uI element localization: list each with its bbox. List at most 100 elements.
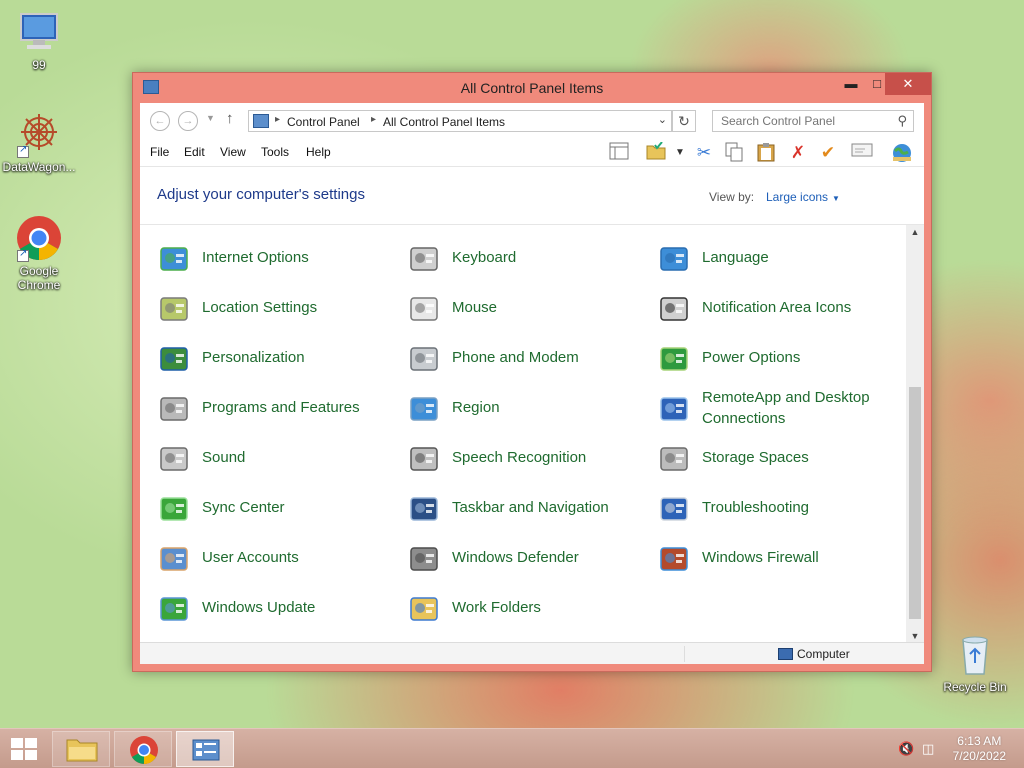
recent-locations-dropdown[interactable]: ▼: [206, 113, 215, 123]
address-bar[interactable]: ▸ Control Panel ▸ All Control Panel Item…: [248, 110, 672, 132]
control-panel-item-storage-spaces[interactable]: Storage Spaces: [658, 443, 898, 483]
taskbar-clock[interactable]: 6:13 AM 7/20/2022: [953, 734, 1006, 764]
control-panel-item-label[interactable]: Programs and Features: [202, 397, 398, 418]
chevron-down-icon[interactable]: ▼: [668, 142, 692, 164]
chevron-down-icon[interactable]: ▼: [832, 194, 840, 203]
control-panel-item-keyboard[interactable]: Keyboard: [408, 243, 648, 283]
taskbar-file-explorer[interactable]: [52, 731, 110, 767]
desktop-icon-datawagon[interactable]: DataWagon...: [0, 110, 78, 174]
window-client: ← → ▼ ↑ ▸ Control Panel ▸ All Control Pa…: [140, 103, 924, 664]
control-panel-item-programs-and-features[interactable]: Programs and Features: [158, 393, 398, 433]
search-icon[interactable]: ⚲: [897, 113, 907, 129]
network-icon[interactable]: ◫: [922, 741, 934, 757]
back-button[interactable]: ←: [150, 111, 170, 131]
control-panel-item-user-accounts[interactable]: User Accounts: [158, 543, 398, 583]
control-panel-item-location-settings[interactable]: Location Settings: [158, 293, 398, 333]
view-by-dropdown[interactable]: Large icons ▼: [766, 190, 840, 204]
forward-button[interactable]: →: [178, 111, 198, 131]
control-panel-item-label[interactable]: Windows Defender: [452, 547, 648, 568]
start-button[interactable]: [10, 737, 38, 761]
control-panel-item-troubleshooting[interactable]: Troubleshooting: [658, 493, 898, 533]
control-panel-item-label[interactable]: Mouse: [452, 297, 648, 318]
view-by-value[interactable]: Large icons: [766, 190, 828, 204]
menu-view[interactable]: View: [220, 145, 246, 159]
menu-edit[interactable]: Edit: [184, 145, 205, 159]
menu-file[interactable]: File: [150, 145, 169, 159]
folder-check-icon[interactable]: [644, 141, 668, 164]
control-panel-item-label[interactable]: Language: [702, 247, 898, 268]
desktop-icon-computer[interactable]: 99: [0, 8, 78, 72]
control-panel-item-label[interactable]: Troubleshooting: [702, 497, 898, 518]
control-panel-item-internet-options[interactable]: Internet Options: [158, 243, 398, 283]
breadcrumb-all-items[interactable]: All Control Panel Items: [383, 115, 505, 129]
close-button[interactable]: ✕: [885, 73, 931, 95]
layout-icon[interactable]: [607, 142, 631, 164]
control-panel-item-label[interactable]: Notification Area Icons: [702, 297, 898, 318]
chevron-down-icon[interactable]: ⌄: [658, 113, 667, 126]
control-panel-item-label[interactable]: Sound: [202, 447, 398, 468]
control-panel-item-label[interactable]: User Accounts: [202, 547, 398, 568]
control-panel-item-windows-firewall[interactable]: Windows Firewall: [658, 543, 898, 583]
scrollbar-thumb[interactable]: [909, 387, 921, 619]
paste-icon[interactable]: [754, 142, 778, 164]
control-panel-item-label[interactable]: RemoteApp and Desktop Connections: [702, 387, 898, 429]
control-panel-item-power-options[interactable]: Power Options: [658, 343, 898, 383]
control-panel-item-label[interactable]: Work Folders: [452, 597, 648, 618]
control-panel-item-label[interactable]: Phone and Modem: [452, 347, 648, 368]
minimize-button[interactable]: ▬: [837, 73, 865, 95]
control-panel-item-label[interactable]: Storage Spaces: [702, 447, 898, 468]
control-panel-item-work-folders[interactable]: Work Folders: [408, 593, 648, 633]
copy-icon[interactable]: [722, 142, 746, 164]
control-panel-item-region[interactable]: Region: [408, 393, 648, 433]
control-panel-item-label[interactable]: Windows Firewall: [702, 547, 898, 568]
control-panel-item-label[interactable]: Personalization: [202, 347, 398, 368]
scroll-up-button[interactable]: ▲: [906, 227, 924, 237]
up-button[interactable]: ↑: [226, 110, 234, 127]
control-panel-item-mouse[interactable]: Mouse: [408, 293, 648, 333]
breadcrumb-separator[interactable]: ▸: [275, 114, 280, 125]
volume-muted-icon[interactable]: 🔇: [898, 741, 914, 757]
control-panel-item-sound[interactable]: Sound: [158, 443, 398, 483]
control-panel-item-label[interactable]: Windows Update: [202, 597, 398, 618]
windows-defender-icon: [408, 543, 442, 577]
search-input[interactable]: [713, 111, 883, 131]
checkmark-icon[interactable]: ✔: [816, 142, 840, 164]
globe-icon[interactable]: [890, 142, 914, 164]
control-panel-item-label[interactable]: Taskbar and Navigation: [452, 497, 648, 518]
control-panel-item-notification-area-icons[interactable]: Notification Area Icons: [658, 293, 898, 333]
menu-tools[interactable]: Tools: [261, 145, 289, 159]
scroll-down-button[interactable]: ▼: [906, 631, 924, 641]
control-panel-item-sync-center[interactable]: Sync Center: [158, 493, 398, 533]
control-panel-item-label[interactable]: Power Options: [702, 347, 898, 368]
title-bar[interactable]: All Control Panel Items ▬ □ ✕: [133, 73, 931, 103]
breadcrumb-separator[interactable]: ▸: [371, 114, 376, 125]
desktop-icon-recycle-bin[interactable]: Recycle Bin: [936, 630, 1014, 694]
control-panel-item-speech-recognition[interactable]: Speech Recognition: [408, 443, 648, 483]
cut-icon[interactable]: ✂: [692, 142, 716, 164]
control-panel-item-label[interactable]: Keyboard: [452, 247, 648, 268]
control-panel-item-label[interactable]: Sync Center: [202, 497, 398, 518]
control-panel-item-language[interactable]: Language: [658, 243, 898, 283]
taskbar-control-panel[interactable]: [176, 731, 234, 767]
email-icon[interactable]: [850, 142, 874, 164]
control-panel-item-windows-defender[interactable]: Windows Defender: [408, 543, 648, 583]
control-panel-item-windows-update[interactable]: Windows Update: [158, 593, 398, 633]
vertical-scrollbar[interactable]: ▲ ▼: [906, 225, 924, 643]
control-panel-item-phone-and-modem[interactable]: Phone and Modem: [408, 343, 648, 383]
control-panel-item-remoteapp-and-desktop-connections[interactable]: RemoteApp and Desktop Connections: [658, 389, 898, 433]
control-panel-item-personalization[interactable]: Personalization: [158, 343, 398, 383]
breadcrumb-control-panel[interactable]: Control Panel: [287, 115, 360, 129]
desktop-icon-chrome[interactable]: Google Chrome: [0, 214, 78, 292]
personalization-icon: [158, 343, 192, 377]
control-panel-item-label[interactable]: Location Settings: [202, 297, 398, 318]
search-box[interactable]: ⚲: [712, 110, 914, 132]
control-panel-item-label[interactable]: Region: [452, 397, 648, 418]
control-panel-item-label[interactable]: Speech Recognition: [452, 447, 648, 468]
taskbar-chrome[interactable]: [114, 731, 172, 767]
menu-help[interactable]: Help: [306, 145, 331, 159]
control-panel-item-taskbar-and-navigation[interactable]: Taskbar and Navigation: [408, 493, 648, 533]
control-panel-item-label[interactable]: Internet Options: [202, 247, 398, 268]
menu-bar: File Edit View Tools Help ▼ ✂ ✗ ✔: [140, 137, 924, 167]
delete-icon[interactable]: ✗: [786, 142, 810, 164]
refresh-button[interactable]: ↻: [672, 110, 696, 132]
